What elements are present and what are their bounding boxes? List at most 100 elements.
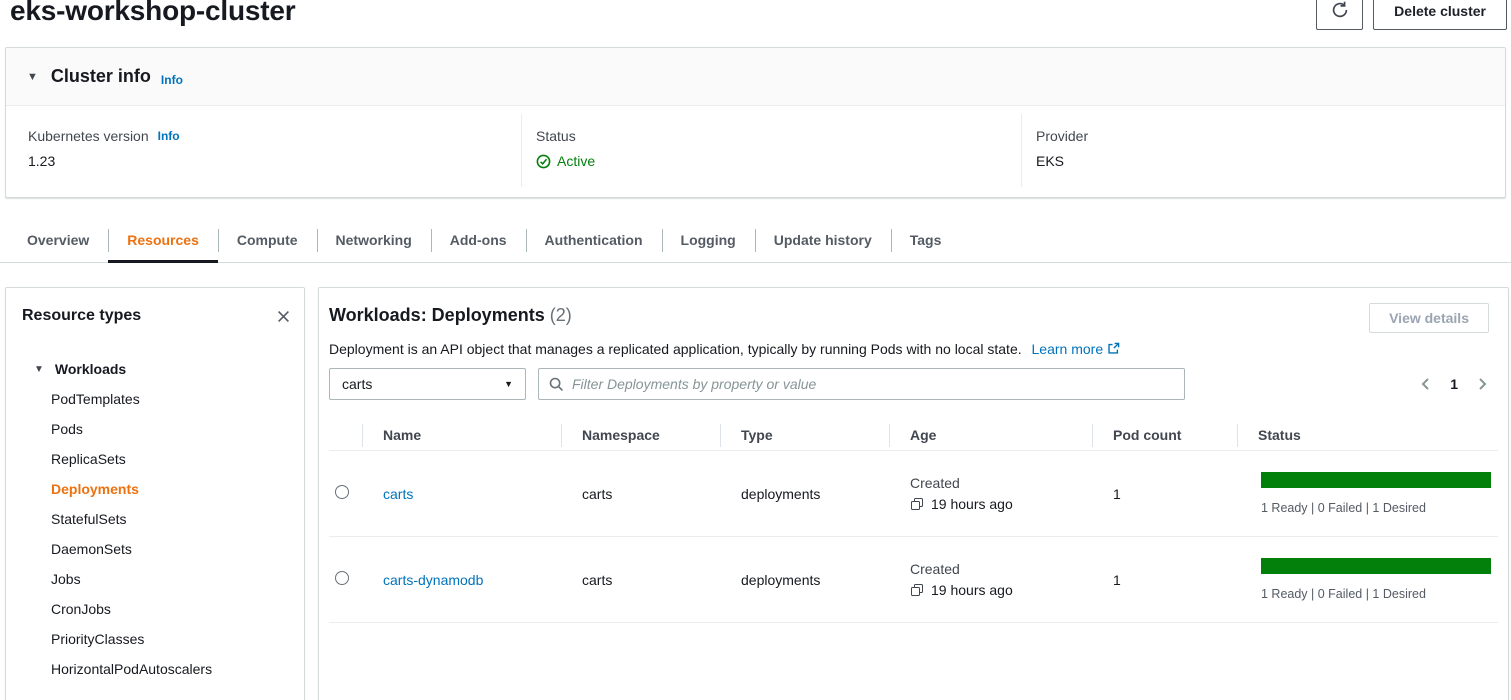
column-header-age: Age <box>889 420 1092 450</box>
status-badge: Active <box>557 153 595 169</box>
cell-pod-count: 1 <box>1092 572 1237 588</box>
column-header-type: Type <box>720 420 889 450</box>
chevron-left-icon[interactable] <box>1419 377 1433 391</box>
cluster-info-title: Cluster info <box>51 66 151 87</box>
learn-more-label: Learn more <box>1032 341 1104 357</box>
sidebar-item-statefulsets[interactable]: StatefulSets <box>6 504 304 534</box>
refresh-button[interactable] <box>1316 0 1363 30</box>
refresh-icon <box>1330 0 1350 23</box>
header-actions: Delete cluster <box>1316 0 1507 30</box>
status-field: Status Active <box>536 128 595 169</box>
row-select-radio[interactable] <box>335 571 349 585</box>
sidebar-item-priorityclasses[interactable]: PriorityClasses <box>6 624 304 654</box>
resource-types-title: Resource types <box>22 307 141 325</box>
sidebar-item-pods[interactable]: Pods <box>6 414 304 444</box>
check-circle-icon <box>536 154 551 169</box>
collapse-triangle-icon: ▼ <box>34 364 44 375</box>
chevron-down-icon: ▼ <box>504 379 513 389</box>
search-container <box>538 368 1185 400</box>
dropdown-value: carts <box>342 376 372 392</box>
resource-types-tree: ▼ Workloads PodTemplates Pods ReplicaSet… <box>6 354 304 684</box>
cell-age: Created 19 hours ago <box>889 561 1092 598</box>
tab-overview[interactable]: Overview <box>8 219 108 262</box>
tab-networking[interactable]: Networking <box>317 219 431 262</box>
cell-status: 1 Ready | 0 Failed | 1 Desired <box>1237 558 1500 601</box>
cluster-info-section: ▼ Cluster info Info Kubernetes version I… <box>5 47 1506 198</box>
cell-type: deployments <box>720 486 889 502</box>
cluster-info-body: Kubernetes version Info 1.23 Status Acti… <box>6 106 1505 197</box>
column-divider <box>521 114 522 187</box>
deployment-name-link[interactable]: carts <box>383 486 413 502</box>
column-header-pod-count: Pod count <box>1092 420 1237 450</box>
view-details-button[interactable]: View details <box>1369 303 1489 333</box>
provider-value: EKS <box>1036 153 1088 169</box>
provider-field: Provider EKS <box>1036 128 1088 169</box>
kubernetes-version-info-link[interactable]: Info <box>158 129 180 143</box>
status-summary: 1 Ready | 0 Failed | 1 Desired <box>1261 501 1491 515</box>
age-value: 19 hours ago <box>931 496 1013 512</box>
kubernetes-version-value: 1.23 <box>28 153 180 169</box>
table-row: carts-dynamodb carts deployments Created… <box>329 537 1498 623</box>
chevron-right-icon[interactable] <box>1475 377 1489 391</box>
panel-title-text: Workloads: Deployments <box>329 305 545 325</box>
kubernetes-version-label: Kubernetes version <box>28 128 149 144</box>
tab-update-history[interactable]: Update history <box>755 219 891 262</box>
status-progress-bar <box>1261 472 1491 488</box>
external-link-icon <box>1107 342 1120 358</box>
sidebar-item-horizontalpodautoscalers[interactable]: HorizontalPodAutoscalers <box>6 654 304 684</box>
status-progress-bar <box>1261 558 1491 574</box>
filter-namespace-dropdown[interactable]: carts ▼ <box>329 368 526 400</box>
cell-namespace: carts <box>561 572 720 588</box>
sidebar-item-jobs[interactable]: Jobs <box>6 564 304 594</box>
cluster-info-info-link[interactable]: Info <box>161 73 183 87</box>
sidebar-item-daemonsets[interactable]: DaemonSets <box>6 534 304 564</box>
kubernetes-version-field: Kubernetes version Info 1.23 <box>28 128 180 169</box>
description-text: Deployment is an API object that manages… <box>329 341 1022 357</box>
cell-pod-count: 1 <box>1092 486 1237 502</box>
age-value: 19 hours ago <box>931 582 1013 598</box>
close-icon[interactable] <box>276 309 291 324</box>
sidebar-item-cronjobs[interactable]: CronJobs <box>6 594 304 624</box>
collapse-triangle-icon[interactable]: ▼ <box>27 71 38 83</box>
delete-cluster-button[interactable]: Delete cluster <box>1373 0 1507 30</box>
search-input[interactable] <box>572 376 1174 392</box>
tab-tags[interactable]: Tags <box>891 219 961 262</box>
tab-compute[interactable]: Compute <box>218 219 317 262</box>
resource-types-sidebar: Resource types ▼ Workloads PodTemplates … <box>5 287 305 700</box>
sidebar-group-workloads[interactable]: ▼ Workloads <box>6 354 304 384</box>
deployment-name-link[interactable]: carts-dynamodb <box>383 572 483 588</box>
sidebar-item-deployments[interactable]: Deployments <box>6 474 304 504</box>
cluster-info-header[interactable]: ▼ Cluster info Info <box>6 48 1505 106</box>
table-header-row: Name Namespace Type Age Pod count Status <box>329 420 1498 451</box>
sidebar-item-podtemplates[interactable]: PodTemplates <box>6 384 304 414</box>
cell-namespace: carts <box>561 486 720 502</box>
cell-age: Created 19 hours ago <box>889 475 1092 512</box>
deployments-panel: Workloads: Deployments(2) View details D… <box>318 287 1509 700</box>
tab-resources[interactable]: Resources <box>108 219 218 262</box>
panel-title: Workloads: Deployments(2) <box>329 305 572 326</box>
pagination-page-1[interactable]: 1 <box>1450 376 1458 392</box>
sidebar-item-replicasets[interactable]: ReplicaSets <box>6 444 304 474</box>
cluster-tabs: Overview Resources Compute Networking Ad… <box>0 219 1511 263</box>
cell-type: deployments <box>720 572 889 588</box>
status-summary: 1 Ready | 0 Failed | 1 Desired <box>1261 587 1491 601</box>
tab-logging[interactable]: Logging <box>662 219 755 262</box>
workloads-group-label: Workloads <box>55 361 126 377</box>
page-title: eks-workshop-cluster <box>10 0 295 27</box>
learn-more-link[interactable]: Learn more <box>1032 341 1121 357</box>
cell-status: 1 Ready | 0 Failed | 1 Desired <box>1237 472 1500 515</box>
eks-cluster-page: eks-workshop-cluster Delete cluster ▼ Cl… <box>0 0 1511 700</box>
pagination: 1 <box>1419 368 1489 400</box>
tab-authentication[interactable]: Authentication <box>526 219 662 262</box>
copy-icon[interactable] <box>910 583 924 597</box>
table-row: carts carts deployments Created 19 hours… <box>329 451 1498 537</box>
copy-icon[interactable] <box>910 497 924 511</box>
column-divider <box>1021 114 1022 187</box>
age-created-label: Created <box>910 561 1092 577</box>
provider-label: Provider <box>1036 128 1088 144</box>
tab-add-ons[interactable]: Add-ons <box>431 219 526 262</box>
column-header-status: Status <box>1237 420 1498 450</box>
deployments-table: Name Namespace Type Age Pod count Status… <box>329 420 1498 623</box>
row-select-radio[interactable] <box>335 485 349 499</box>
column-header-name: Name <box>362 420 561 450</box>
